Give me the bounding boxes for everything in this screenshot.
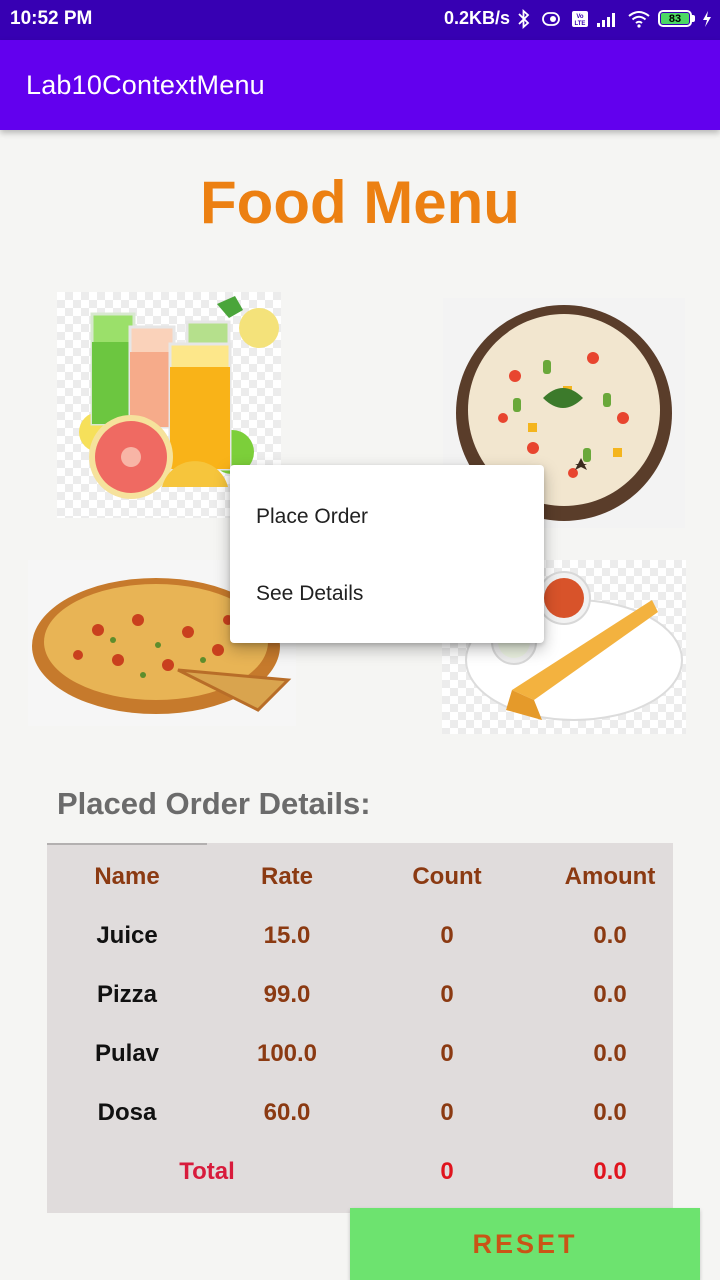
menu-item-see-details[interactable]: See Details <box>256 582 363 606</box>
table-divider <box>47 843 207 845</box>
row-count: 0 <box>440 922 454 949</box>
status-bar: 10:52 PM 0.2KB/s Vo LTE 83 <box>0 0 720 40</box>
wifi-icon <box>627 10 651 28</box>
column-header-name: Name <box>94 863 160 890</box>
row-amount: 0.0 <box>593 1099 627 1126</box>
reset-button[interactable]: RESET <box>350 1208 700 1280</box>
row-count: 0 <box>440 1099 454 1126</box>
row-amount: 0.0 <box>593 1040 627 1067</box>
app-bar: Lab10ContextMenu <box>0 40 720 130</box>
row-name: Pizza <box>96 981 158 1008</box>
context-menu: Place Order See Details <box>230 465 544 643</box>
row-name: Juice <box>96 922 158 949</box>
charging-icon <box>702 10 712 28</box>
battery-level: 83 <box>661 13 689 25</box>
bluetooth-icon <box>517 8 531 29</box>
row-rate: 60.0 <box>263 1099 311 1126</box>
row-name: Dosa <box>97 1099 157 1126</box>
network-speed: 0.2KB/s <box>443 8 510 28</box>
column-header-amount: Amount <box>564 863 656 890</box>
status-time: 10:52 PM <box>10 8 93 29</box>
status-icons: 0.2KB/s Vo LTE 83 <box>444 8 712 29</box>
total-count: 0 <box>440 1158 454 1185</box>
row-name: Pulav <box>94 1040 160 1067</box>
svg-text:Vo: Vo <box>576 14 584 20</box>
row-rate: 15.0 <box>263 922 311 949</box>
row-amount: 0.0 <box>593 922 627 949</box>
total-amount: 0.0 <box>593 1158 627 1185</box>
column-header-rate: Rate <box>260 863 314 890</box>
row-count: 0 <box>440 1040 454 1067</box>
row-amount: 0.0 <box>593 981 627 1008</box>
column-header-count: Count <box>412 863 482 890</box>
vibrate-icon <box>538 10 564 28</box>
signal-icon <box>596 10 620 28</box>
food-menu-title: Food Menu <box>200 169 520 236</box>
row-count: 0 <box>440 981 454 1008</box>
volte-icon: Vo LTE <box>571 10 589 28</box>
row-rate: 99.0 <box>263 981 311 1008</box>
battery-icon: 83 <box>658 10 695 27</box>
order-details-heading: Placed Order Details: <box>57 786 371 821</box>
menu-item-place-order[interactable]: Place Order <box>256 505 368 529</box>
row-rate: 100.0 <box>256 1040 318 1067</box>
app-title: Lab10ContextMenu <box>26 70 265 100</box>
total-label: Total <box>179 1158 235 1185</box>
order-table: Name Rate Count Amount Juice 15.0 0 0.0 … <box>47 843 673 1213</box>
svg-text:LTE: LTE <box>575 21 586 27</box>
